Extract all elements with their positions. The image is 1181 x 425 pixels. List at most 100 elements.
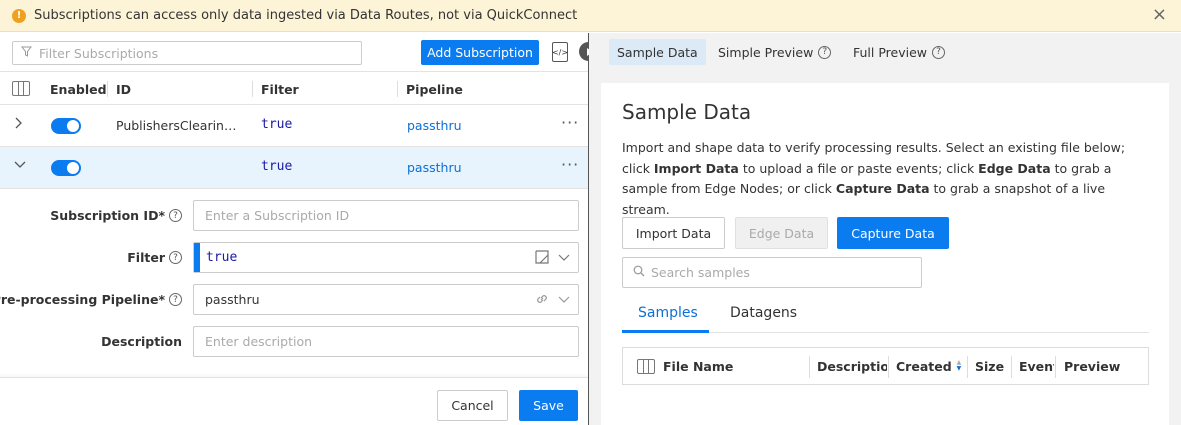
description-label-group: Description (101, 334, 182, 349)
help-icon[interactable]: ? (818, 45, 832, 59)
column-filter[interactable]: Filter (261, 72, 299, 106)
subscription-id-input[interactable] (205, 208, 525, 223)
sort-icon[interactable]: ▲ ▼ (957, 360, 962, 372)
quickconnect-warning-banner: ! Subscriptions can access only data ing… (0, 0, 1181, 32)
chevron-down-icon[interactable] (14, 159, 26, 175)
tab-label: Sample Data (617, 44, 698, 60)
more-options-icon[interactable]: ··· (561, 155, 579, 174)
column-preview[interactable]: Preview (1064, 348, 1134, 384)
cancel-button[interactable]: Cancel (437, 390, 508, 421)
pipeline-label-group: Pre-processing Pipeline* ? (0, 292, 182, 307)
columns-icon[interactable] (12, 81, 30, 96)
help-icon[interactable]: ? (932, 45, 946, 59)
edge-data-button[interactable]: Edge Data (735, 217, 828, 249)
tab-simple-preview[interactable]: Simple Preview ? (718, 39, 832, 65)
filter-expression-value[interactable]: true (206, 250, 237, 265)
page-title: Sample Data (622, 100, 752, 124)
column-pipeline[interactable]: Pipeline (406, 72, 463, 106)
subscription-filter: true (261, 117, 293, 132)
column-divider (252, 81, 253, 97)
active-tab-indicator (622, 330, 709, 333)
save-button[interactable]: Save (519, 390, 578, 421)
sample-data-description: Import and shape data to verify processi… (622, 138, 1152, 220)
column-divider (1011, 356, 1012, 378)
pipeline-link[interactable]: passthru (407, 118, 462, 133)
preview-tabs: Sample Data Simple Preview ? Full Previe… (589, 33, 1181, 71)
link-icon[interactable] (534, 291, 550, 311)
description-bold: Edge Data (978, 160, 1051, 176)
filter-expression-field[interactable]: true (193, 242, 579, 273)
subscription-id-label: Subscription ID* (50, 208, 165, 223)
samples-tabs: Samples Datagens (622, 301, 1149, 333)
column-divider (888, 356, 889, 378)
table-row[interactable]: true passthru ··· (0, 147, 588, 189)
column-id[interactable]: ID (116, 72, 131, 106)
import-data-button[interactable]: Import Data (622, 217, 725, 249)
description-bold: Import Data (653, 160, 739, 176)
description-bold: Capture Data (835, 181, 930, 196)
column-divider (397, 81, 398, 97)
tab-label: Full Preview (853, 44, 928, 60)
tab-samples[interactable]: Samples (638, 305, 698, 321)
tab-full-preview[interactable]: Full Preview ? (853, 39, 946, 65)
column-divider (107, 81, 108, 97)
description-field[interactable] (193, 326, 579, 357)
add-subscription-button[interactable]: Add Subscription (421, 40, 539, 65)
chevron-right-icon[interactable] (14, 117, 24, 133)
tab-label: Simple Preview (718, 44, 814, 60)
subscription-id-field[interactable] (193, 200, 579, 231)
column-created[interactable]: Created ▲ ▼ (896, 348, 966, 384)
filter-subscriptions-input[interactable] (39, 45, 339, 61)
pipeline-link[interactable]: passthru (407, 160, 462, 175)
column-size[interactable]: Size (975, 348, 1009, 384)
filter-icon (20, 46, 35, 60)
pipeline-field-actions (534, 291, 570, 311)
chevron-down-icon[interactable] (558, 249, 570, 269)
subscriptions-toolbar: Add Subscription </> (0, 33, 588, 71)
tab-sample-data[interactable]: Sample Data (609, 39, 706, 65)
column-events[interactable]: Events (1019, 348, 1054, 384)
form-footer: Cancel Save (0, 377, 588, 425)
warning-icon: ! (12, 8, 26, 23)
column-file-name[interactable]: File Name (663, 348, 803, 384)
code-icon[interactable]: </> (552, 42, 568, 62)
capture-data-button[interactable]: Capture Data (837, 217, 949, 249)
column-divider (1055, 356, 1056, 378)
subscription-id-label-group: Subscription ID* ? (50, 208, 182, 223)
search-samples-field[interactable] (622, 257, 922, 288)
banner-message: Subscriptions can access only data inges… (34, 8, 578, 23)
search-samples-input[interactable] (651, 265, 911, 280)
chevron-down-icon[interactable] (558, 291, 570, 311)
more-options-icon[interactable]: ··· (561, 113, 579, 132)
samples-table-header: File Name Description Created ▲▼ Size Ev… (622, 347, 1149, 385)
column-description[interactable]: Description (817, 348, 887, 384)
column-enabled[interactable]: Enabled (50, 72, 107, 106)
enabled-toggle[interactable] (51, 160, 81, 176)
pre-processing-pipeline-label: Pre-processing Pipeline* (0, 292, 165, 307)
editor-gutter (194, 243, 200, 272)
column-divider (809, 356, 810, 378)
filter-subscriptions-field[interactable] (12, 41, 362, 65)
help-icon[interactable]: ? (169, 251, 182, 264)
pre-processing-pipeline-select[interactable]: passthru (193, 284, 579, 315)
column-created-label: Created (896, 358, 952, 374)
expand-editor-icon[interactable] (534, 249, 550, 269)
pipeline-select-value: passthru (205, 292, 260, 307)
filter-label: Filter (127, 250, 165, 265)
subscriptions-panel: Add Subscription </> Enabled ID Filter P… (0, 33, 588, 425)
help-icon[interactable]: ? (169, 293, 182, 306)
subscriptions-table-header: Enabled ID Filter Pipeline (0, 71, 588, 105)
columns-icon[interactable] (637, 359, 655, 374)
tab-datagens[interactable]: Datagens (730, 305, 797, 321)
description-label: Description (101, 334, 182, 349)
table-row[interactable]: PublishersClearin… true passthru ··· (0, 105, 588, 147)
description-text: to upload a file or paste events; click (738, 160, 979, 176)
enabled-toggle[interactable] (51, 118, 81, 134)
column-divider (967, 356, 968, 378)
close-icon[interactable]: × (1152, 6, 1167, 24)
help-icon[interactable]: ? (169, 209, 182, 222)
preview-panel: Sample Data Simple Preview ? Full Previe… (589, 33, 1181, 425)
subscription-filter: true (261, 159, 293, 174)
description-input[interactable] (205, 334, 525, 349)
subscription-id: PublishersClearin… (116, 118, 237, 133)
